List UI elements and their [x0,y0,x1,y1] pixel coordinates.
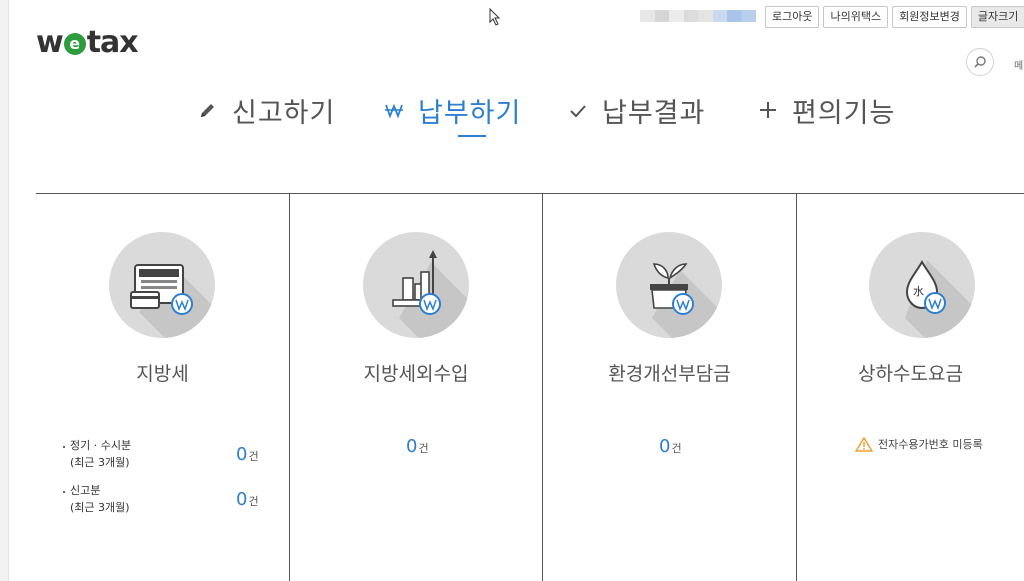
logout-button[interactable]: 로그아웃 [765,6,820,28]
buildings-won-icon [363,232,469,338]
main-nav: 신고하기 납부하기 납부결과 편의기능 [0,90,1024,140]
nav-label: 납부하기 [418,97,522,129]
nav-payment[interactable]: 납부하기 [384,90,521,130]
nav-convenience[interactable]: 편의기능 [758,90,895,130]
environment-count[interactable]: 0건 [659,436,682,457]
card-title: 지방세외수입 [363,363,469,385]
card-water-fee[interactable]: 水 상하수도요금 전자수용가번호 미등록 [797,194,1024,581]
logo-text-right: tax [86,24,139,60]
warning-icon [855,436,873,452]
logo-text-left: w [36,24,64,60]
warning-text: 전자수용가번호 미등록 [878,438,983,451]
won-icon [384,100,404,120]
report-count[interactable]: 0건 [236,489,259,510]
row-report-label: 신고분 (최근 3개월) [63,482,130,516]
nav-label: 편의기능 [792,97,896,129]
pencil-icon [198,100,218,120]
check-icon [568,100,588,120]
font-size-button[interactable]: 글자크기 [970,6,1024,28]
nav-label: 납부결과 [602,97,706,129]
card-non-tax-revenue[interactable]: 지방세외수입 0건 [290,194,542,581]
my-wetax-button[interactable]: 나의위택스 [823,6,889,28]
nav-file-report[interactable]: 신고하기 [198,90,335,130]
mouse-cursor-icon [489,8,501,26]
card-title: 상하수도요금 [858,363,963,385]
customer-number-warning[interactable]: 전자수용가번호 미등록 [855,436,983,452]
card-payment-won-icon [109,232,215,338]
nav-active-indicator [458,135,486,137]
row-regular-label: 정기 · 수시분 (최근 3개월) [63,437,131,471]
card-title: 환경개선부담금 [608,363,731,385]
wetax-logo[interactable]: w e tax [36,24,139,60]
nav-payment-result[interactable]: 납부결과 [568,90,705,130]
non-tax-count[interactable]: 0건 [406,436,429,457]
drop-label: 水 [913,285,924,298]
card-environment-charge[interactable]: 환경개선부담금 0건 [543,194,796,581]
card-title: 지방세 [136,363,189,385]
search-icon [974,56,986,68]
water-drop-won-icon: 水 [869,232,975,338]
logo-e-mark: e [63,33,86,55]
search-button[interactable] [966,48,994,76]
edit-member-info-button[interactable]: 회원정보변경 [892,6,967,28]
card-local-tax[interactable]: 지방세 정기 · 수시분 (최근 3개월) 0건 신고분 (최근 3개월) 0건 [36,194,289,581]
nav-label: 신고하기 [232,97,336,129]
plant-pot-won-icon [616,232,722,338]
regular-count[interactable]: 0건 [236,444,259,465]
plus-icon [758,100,778,120]
window-left-edge [0,0,9,581]
menu-label-cut[interactable]: 메 [1014,57,1023,72]
blurred-user-name [640,10,756,22]
top-links: 로그아웃 나의위택스 회원정보변경 글자크기 [765,6,1024,28]
